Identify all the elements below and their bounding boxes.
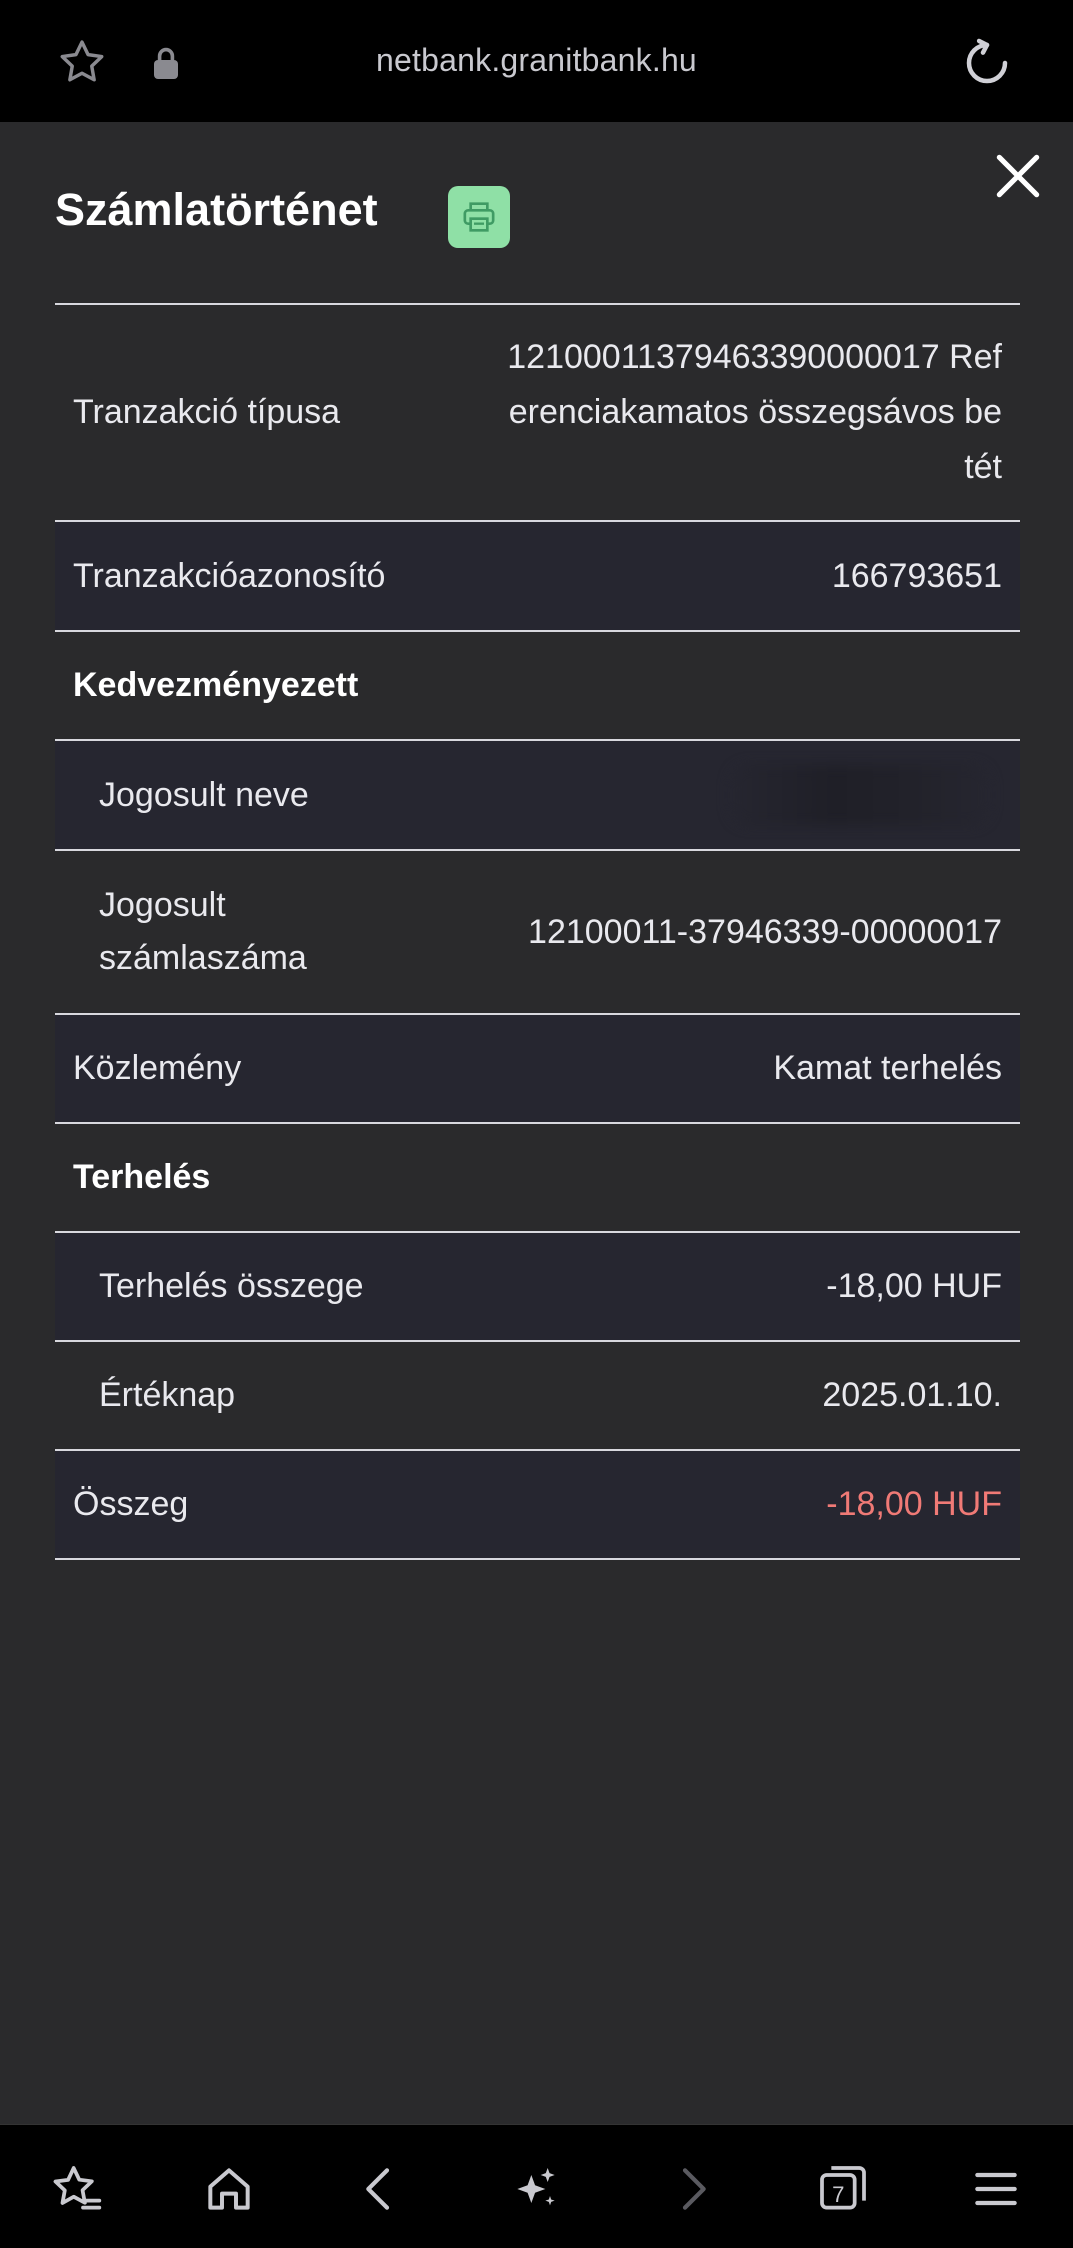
transaction-type-label: Tranzakció típusa — [73, 393, 341, 431]
redacted-beneficiary-name — [730, 765, 990, 825]
tabs-icon: 7 — [820, 2166, 866, 2210]
total-value: -18,00 HUF — [826, 1485, 1002, 1523]
section-heading-row: Terhelés — [55, 1124, 1020, 1233]
value-date-value: 2025.01.10. — [822, 1376, 1002, 1414]
debit-amount-label: Terhelés összege — [99, 1267, 364, 1305]
menu-icon[interactable] — [968, 2161, 1024, 2217]
debit-heading: Terhelés — [73, 1158, 211, 1196]
memo-value: Kamat terhelés — [773, 1049, 1002, 1087]
tab-count: 7 — [832, 2182, 844, 2207]
browser-bottom-bar: 7 — [0, 2124, 1073, 2248]
transaction-type-value: 12100011379463390000017 Referenciakamato… — [507, 338, 1002, 486]
section-heading-row: Kedvezményezett — [55, 632, 1020, 741]
beneficiary-account-label: Jogosult számlaszáma — [99, 886, 307, 977]
beneficiary-heading: Kedvezményezett — [73, 666, 359, 704]
home-icon[interactable] — [201, 2161, 257, 2217]
beneficiary-account-value: 12100011-37946339-00000017 — [528, 912, 1002, 951]
transaction-id-value: 166793651 — [831, 556, 1002, 595]
memo-label: Közlemény — [73, 1049, 242, 1087]
address-bar-url[interactable]: netbank.granitbank.hu — [0, 42, 1073, 79]
table-row: Tranzakció típusa 1210001137946339000001… — [55, 305, 1020, 522]
debit-amount-value: -18,00 HUF — [826, 1267, 1002, 1305]
back-icon[interactable] — [352, 2161, 408, 2217]
printer-icon — [463, 202, 495, 232]
transaction-details-table: Tranzakció típusa 1210001137946339000001… — [55, 303, 1020, 1560]
bookmarks-icon[interactable] — [48, 2161, 104, 2217]
ai-sparkle-icon[interactable] — [508, 2161, 564, 2217]
tabs-button[interactable]: 7 — [815, 2161, 871, 2217]
table-row: Értéknap 2025.01.10. — [55, 1342, 1020, 1451]
table-row: Közlemény Kamat terhelés — [55, 1015, 1020, 1124]
forward-icon[interactable] — [664, 2161, 720, 2217]
table-row: Jogosult neve — [55, 741, 1020, 851]
browser-toolbar: netbank.granitbank.hu — [0, 0, 1073, 122]
close-icon[interactable] — [990, 148, 1046, 204]
table-row: Terhelés összege -18,00 HUF — [55, 1233, 1020, 1342]
table-row: Tranzakcióazonosító 166793651 — [55, 522, 1020, 632]
value-date-label: Értéknap — [99, 1376, 236, 1414]
beneficiary-name-label: Jogosult neve — [99, 775, 309, 814]
table-row: Jogosult számlaszáma 12100011-37946339-0… — [55, 851, 1020, 1015]
reload-icon[interactable] — [960, 36, 1014, 90]
total-label: Összeg — [73, 1485, 189, 1523]
transaction-id-label: Tranzakcióazonosító — [73, 556, 386, 595]
table-row: Összeg -18,00 HUF — [55, 1451, 1020, 1560]
account-history-panel: Számlatörténet Tranzakció típusa 1210001… — [0, 122, 1073, 2124]
page-title: Számlatörténet — [55, 184, 378, 235]
print-button[interactable] — [448, 186, 510, 248]
